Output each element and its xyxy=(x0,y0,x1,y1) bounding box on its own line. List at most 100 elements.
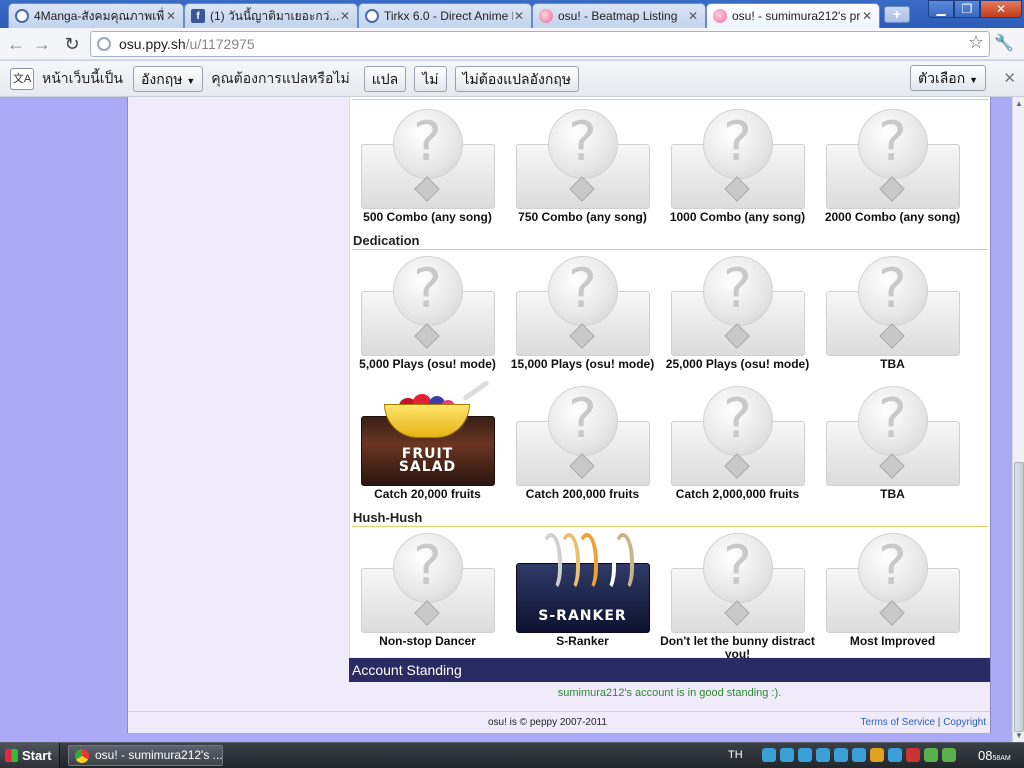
network-icon[interactable] xyxy=(888,748,902,762)
reload-icon[interactable]: ↻ xyxy=(60,32,84,56)
url-host: osu.ppy.sh xyxy=(119,36,186,52)
bookmark-star-icon[interactable]: ☆ xyxy=(968,32,984,53)
language-select-value: อังกฤษ xyxy=(141,70,183,87)
scroll-up-arrow-icon[interactable]: ▲ xyxy=(1015,99,1023,108)
maximize-button[interactable]: ❐ xyxy=(954,0,980,18)
back-arrow-icon[interactable]: ← xyxy=(4,32,28,56)
medal-catch-20000[interactable]: FRUIT SALAD Catch 20,000 fruits xyxy=(350,379,505,501)
close-icon[interactable]: ✕ xyxy=(1003,69,1016,87)
medal-non-stop-dancer[interactable]: ? Non-stop Dancer xyxy=(350,533,505,648)
clock[interactable]: 0858AM xyxy=(978,748,1011,763)
close-icon[interactable]: ✕ xyxy=(339,9,351,23)
close-window-button[interactable]: ✕ xyxy=(980,0,1022,18)
url-path: /u/1172975 xyxy=(185,36,255,52)
tab-facebook[interactable]: f (1) วันนี้ญาติมาเยอะกว่... ✕ xyxy=(184,3,358,28)
close-icon[interactable]: ✕ xyxy=(861,9,873,23)
copyright-link[interactable]: Copyright xyxy=(943,717,986,728)
forward-arrow-icon[interactable]: → xyxy=(30,32,54,56)
check-icon[interactable] xyxy=(924,748,938,762)
medal-5000-plays[interactable]: ? 5,000 Plays (osu! mode) xyxy=(350,256,505,371)
globe-icon xyxy=(97,37,111,51)
windows-logo-icon xyxy=(5,749,18,762)
shield-icon[interactable] xyxy=(870,748,884,762)
locked-medal-icon: ? xyxy=(360,533,495,633)
medal-art-text: FRUIT SALAD xyxy=(398,446,457,475)
terms-of-service-link[interactable]: Terms of Service xyxy=(861,717,935,728)
scroll-down-arrow-icon[interactable]: ▼ xyxy=(1015,731,1023,740)
medal-tba-1[interactable]: ? TBA xyxy=(815,256,970,371)
tab-strip: 4Manga-สังคมคุณภาพเพื่อ ✕ f (1) วันนี้ญา… xyxy=(0,0,1024,28)
chrome-icon xyxy=(75,749,89,763)
chevron-down-icon: ▼ xyxy=(186,75,196,86)
locked-medal-icon: ? xyxy=(825,533,960,633)
language-indicator[interactable]: TH xyxy=(728,749,743,761)
locked-medal-icon: ? xyxy=(670,109,805,209)
medal-25000-plays[interactable]: ? 25,000 Plays (osu! mode) xyxy=(660,256,815,371)
translate-options-button[interactable]: ตัวเลือก ▼ xyxy=(909,65,986,91)
locked-medal-icon: ? xyxy=(670,386,805,486)
medal-750-combo[interactable]: ? 750 Combo (any song) xyxy=(505,109,660,224)
tab-label: osu! - sumimura212's profi xyxy=(732,9,861,23)
tab-profile[interactable]: osu! - sumimura212's profi ✕ xyxy=(706,3,880,28)
network-icon[interactable] xyxy=(816,748,830,762)
translate-button[interactable]: แปล xyxy=(363,65,407,92)
language-select[interactable]: อังกฤษ ▼ xyxy=(133,65,204,92)
vertical-scrollbar[interactable]: ▲ ▼ xyxy=(1012,97,1024,742)
medals-content: ? 500 Combo (any song) ? 750 Combo (any … xyxy=(349,97,990,661)
locked-medal-icon: ? xyxy=(360,256,495,356)
locked-medal-icon: ? xyxy=(825,109,960,209)
close-icon[interactable]: ✕ xyxy=(687,9,699,23)
wrench-icon[interactable]: 🔧 xyxy=(994,33,1014,53)
medal-bunny[interactable]: ? Don't let the bunny distract you! xyxy=(660,533,815,661)
osu-icon xyxy=(539,9,553,23)
locked-medal-icon: ? xyxy=(670,256,805,356)
new-tab-button[interactable]: + xyxy=(884,6,910,23)
tab-beatmap-listing[interactable]: osu! - Beatmap Listing ✕ xyxy=(532,3,706,28)
tab-label: 4Manga-สังคมคุณภาพเพื่อ xyxy=(34,8,165,23)
s-ranker-medal-icon: S-RANKER xyxy=(515,533,650,633)
medal-1000-combo[interactable]: ? 1000 Combo (any song) xyxy=(660,109,815,224)
medal-2000-combo[interactable]: ? 2000 Combo (any song) xyxy=(815,109,970,224)
network-icon[interactable] xyxy=(798,748,812,762)
locked-medal-icon: ? xyxy=(515,256,650,356)
taskbar-window-item[interactable]: osu! - sumimura212's ... xyxy=(68,745,223,766)
speaker-icon[interactable] xyxy=(906,748,920,762)
address-bar[interactable]: osu.ppy.sh/u/1172975 xyxy=(90,31,990,57)
close-icon[interactable]: ✕ xyxy=(513,9,525,23)
fruit-salad-medal-icon: FRUIT SALAD xyxy=(360,379,495,486)
medal-15000-plays[interactable]: ? 15,000 Plays (osu! mode) xyxy=(505,256,660,371)
medal-label: TBA xyxy=(880,357,905,371)
minimize-button[interactable]: ▁ xyxy=(928,0,954,18)
section-combo-header xyxy=(352,97,988,100)
medal-catch-2000000[interactable]: ? Catch 2,000,000 fruits xyxy=(660,386,815,501)
page-viewport: ? 500 Combo (any song) ? 750 Combo (any … xyxy=(0,97,1012,742)
network-icon[interactable] xyxy=(762,748,776,762)
network-icon[interactable] xyxy=(834,748,848,762)
chevron-down-icon: ▼ xyxy=(969,75,978,85)
medal-tba-2[interactable]: ? TBA xyxy=(815,386,970,501)
locked-medal-icon: ? xyxy=(515,386,650,486)
medal-500-combo[interactable]: ? 500 Combo (any song) xyxy=(350,109,505,224)
close-icon[interactable]: ✕ xyxy=(165,9,177,23)
medal-most-improved[interactable]: ? Most Improved xyxy=(815,533,970,648)
translate-question: คุณต้องการแปลหรือไม่ xyxy=(211,69,350,86)
network-icon[interactable] xyxy=(780,748,794,762)
start-button[interactable]: Start xyxy=(0,743,60,768)
medal-catch-200000[interactable]: ? Catch 200,000 fruits xyxy=(505,386,660,501)
footer-separator: | xyxy=(937,717,941,728)
tab-tirkx[interactable]: Tirkx 6.0 - Direct Anime Do ✕ xyxy=(358,3,532,28)
globe-icon xyxy=(15,9,29,23)
locked-medal-icon: ? xyxy=(670,533,805,633)
no-button[interactable]: ไม่ xyxy=(414,65,447,92)
medal-label: Catch 2,000,000 fruits xyxy=(675,487,800,501)
tab-4manga[interactable]: 4Manga-สังคมคุณภาพเพื่อ ✕ xyxy=(8,3,184,28)
scrollbar-thumb[interactable] xyxy=(1014,462,1024,732)
info-icon[interactable] xyxy=(942,748,956,762)
page-footer: osu! is © peppy 2007-2011 Terms of Servi… xyxy=(128,711,990,733)
network-icon[interactable] xyxy=(852,748,866,762)
medal-s-ranker[interactable]: S-RANKER S-Ranker xyxy=(505,533,660,648)
never-translate-button[interactable]: ไม่ต้องแปลอังกฤษ xyxy=(454,65,580,92)
options-label: ตัวเลือก xyxy=(917,70,966,86)
windows-taskbar: Start osu! - sumimura212's ... TH 0858AM xyxy=(0,742,1024,768)
account-standing-header: Account Standing xyxy=(349,658,990,682)
